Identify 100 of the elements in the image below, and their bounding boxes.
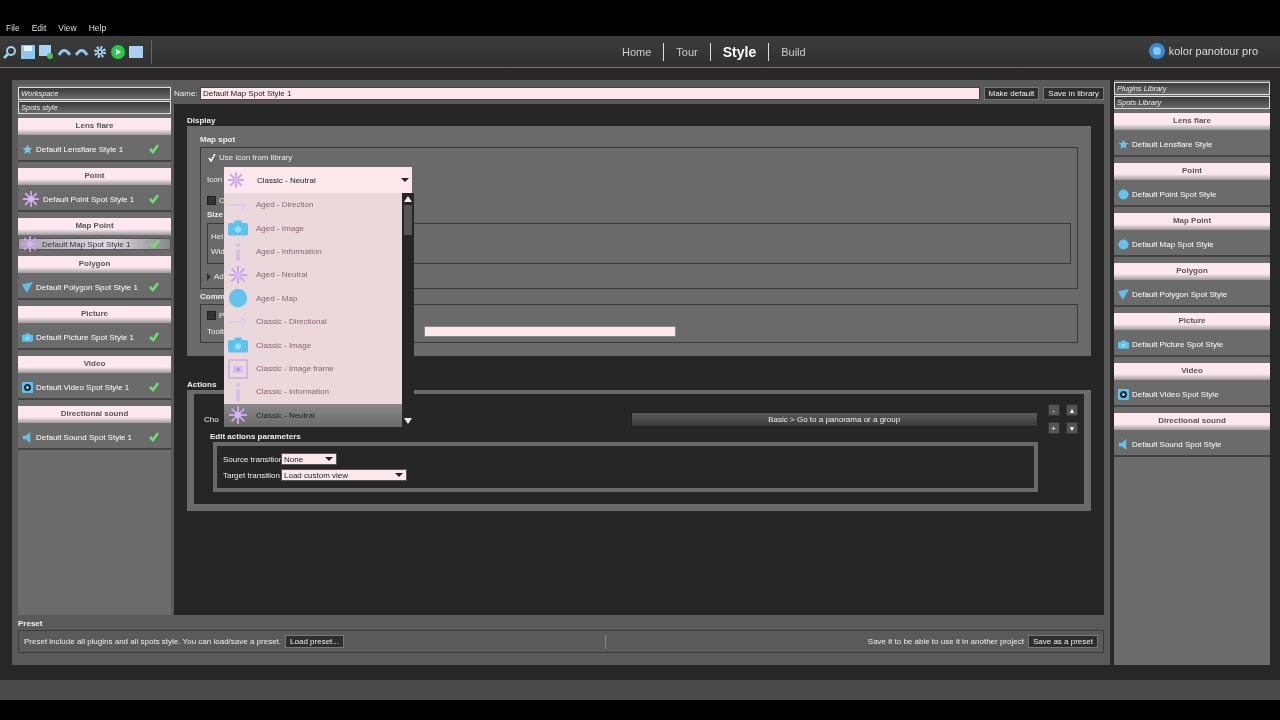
category-header: Lens flare: [1114, 113, 1270, 130]
style-name: Default Video Spot Style 1: [36, 382, 131, 392]
category-header: Video: [18, 356, 171, 373]
info-icon: [233, 241, 243, 262]
star-icon: [22, 143, 33, 155]
toolbar-button[interactable]: Make default: [983, 86, 1040, 100]
name-label: Name:: [174, 88, 196, 98]
dropdown-option[interactable]: Classic - Directional: [224, 310, 402, 334]
dropdown-option[interactable]: Classic - Image frame: [224, 356, 402, 381]
camera-icon: [228, 218, 248, 239]
select-field[interactable]: None: [281, 453, 337, 465]
section-title: Map spot: [200, 135, 236, 144]
action-bar[interactable]: Basic > Go to a panorama or a group: [630, 411, 1038, 427]
framed-camera-icon: [228, 358, 248, 379]
small-button[interactable]: +: [1047, 422, 1060, 434]
menu-item[interactable]: File: [6, 23, 20, 33]
style-name: Default Map Spot Style 1: [42, 239, 132, 249]
category-header: Video: [1114, 363, 1270, 380]
dropdown-option[interactable]: Aged - Information: [224, 239, 402, 264]
name-field[interactable]: Default Map Spot Style 1: [200, 86, 980, 100]
icon-dropdown[interactable]: Classic - Neutral: [224, 167, 412, 193]
small-button[interactable]: ▾: [1065, 422, 1078, 434]
burst-icon: [22, 190, 40, 208]
style-item[interactable]: Default Point Spot Style 1: [18, 188, 171, 212]
style-name: Default Point Spot Style: [1132, 189, 1218, 199]
nav-tab[interactable]: Build: [777, 45, 810, 58]
menu-item[interactable]: View: [58, 23, 77, 33]
burst-icon: [228, 264, 248, 285]
star-icon: [1118, 138, 1129, 150]
camera-icon: [22, 331, 33, 343]
preset-text: Preset include all plugins and all spots style. You can load/save a preset.: [24, 637, 282, 646]
nav-tab[interactable]: Tour: [672, 45, 702, 58]
menu-item[interactable]: Help: [88, 23, 107, 33]
menu-item[interactable]: Edit: [31, 23, 47, 33]
category-header: Map Point: [1114, 213, 1270, 230]
category-header: Polygon: [1114, 263, 1270, 280]
style-name: Default Lensflare Style 1: [36, 144, 125, 154]
choice-label: Cho: [204, 414, 219, 424]
save-hint: Save it to be able to use it in another project: [867, 637, 1024, 646]
search-icon[interactable]: [3, 44, 17, 59]
load-preset-button[interactable]: Load preset...: [285, 635, 344, 648]
dropdown-option[interactable]: Classic - Image: [224, 333, 402, 357]
category-header: Point: [18, 168, 171, 185]
style-name: Default Polygon Spot Style: [1132, 289, 1229, 299]
triangle-icon: [1118, 288, 1129, 300]
brand-name: kolor panotour pro: [1168, 45, 1258, 57]
checkbox[interactable]: [207, 311, 216, 320]
burst-icon: [227, 171, 245, 189]
style-item[interactable]: Default Map Spot Style 1: [18, 238, 171, 250]
circle-icon: [1118, 188, 1129, 200]
checkbox-label: P: [219, 311, 225, 320]
add-image-icon[interactable]: [39, 44, 53, 59]
width-label: Wid: [211, 246, 225, 256]
category-header: Picture: [1114, 313, 1270, 330]
style-name: Default Point Spot Style 1: [43, 194, 136, 204]
save-icon[interactable]: [21, 44, 35, 59]
nav-tab[interactable]: Style: [718, 43, 761, 60]
category-header: Picture: [18, 306, 171, 323]
window-icon[interactable]: [129, 44, 143, 59]
scrollbar[interactable]: [402, 193, 414, 427]
category-header: Lens flare: [18, 118, 171, 135]
dropdown-option[interactable]: Classic - Neutral: [224, 403, 402, 428]
video-icon: [1118, 388, 1129, 400]
category-header: Directional sound: [1114, 413, 1270, 430]
dropdown-option[interactable]: Aged - Image: [224, 216, 402, 240]
video-icon: [22, 381, 33, 393]
small-button[interactable]: ▴: [1065, 404, 1078, 416]
category-header: Map Point: [18, 218, 171, 235]
section-title: Size: [207, 210, 223, 219]
tooltip-field[interactable]: [423, 326, 676, 337]
category-header: Point: [1114, 163, 1270, 180]
save-preset-button[interactable]: Save as a preset: [1027, 635, 1098, 648]
speaker-icon: [22, 431, 33, 443]
checkbox[interactable]: [207, 196, 216, 205]
icon-label: Icon: [207, 174, 223, 184]
dropdown-option[interactable]: Aged - Neutral: [224, 263, 402, 287]
dropdown-option[interactable]: Classic - Information: [224, 380, 402, 404]
height-label: Hei: [211, 231, 223, 241]
style-name: Default Picture Spot Style: [1132, 339, 1225, 349]
checkbox-label: Use icon from library: [219, 153, 293, 162]
settings-icon[interactable]: [93, 44, 107, 59]
circle-icon: [228, 288, 248, 309]
small-button[interactable]: -: [1047, 404, 1060, 416]
section-title: Comm: [200, 292, 225, 301]
dropdown-option[interactable]: Aged - Direction: [224, 193, 402, 217]
dropdown-option[interactable]: Aged - Map: [224, 286, 402, 311]
style-name: Default Sound Spot Style 1: [36, 432, 134, 442]
section-title: Actions: [187, 380, 217, 389]
burst-icon: [21, 235, 39, 253]
section-title: Display: [187, 116, 216, 125]
nav-tab[interactable]: Home: [618, 45, 656, 58]
speaker-icon: [1118, 438, 1129, 450]
camera-icon: [228, 335, 248, 356]
triangle-icon: [22, 281, 33, 293]
select-field[interactable]: Load custom view: [281, 469, 407, 481]
camera-icon: [1118, 338, 1129, 350]
tooltip-label: Toolt: [207, 327, 224, 336]
toolbar-button[interactable]: Save in library: [1043, 86, 1104, 100]
play-icon[interactable]: [111, 44, 125, 59]
section-title: Edit actions parameters: [209, 432, 302, 441]
